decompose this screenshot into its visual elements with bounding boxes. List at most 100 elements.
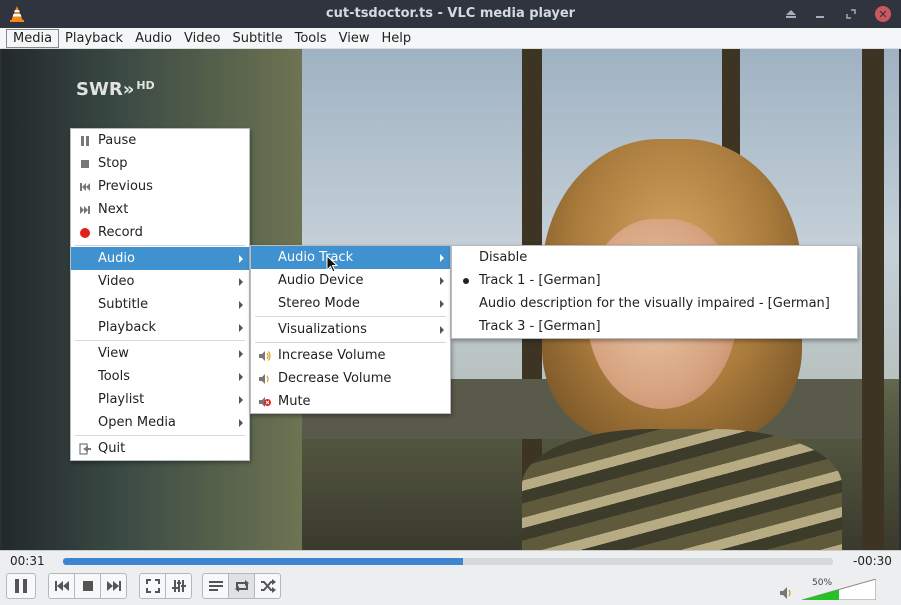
- menu-item-label: Audio Device: [278, 273, 364, 288]
- fullscreen-icon: [145, 579, 160, 593]
- submenu-arrow-icon: [239, 373, 243, 381]
- menu-item-label: Stereo Mode: [278, 296, 360, 311]
- extended-settings-button[interactable]: [165, 573, 192, 599]
- menu-audio[interactable]: Audio: [129, 28, 178, 49]
- minimize-icon: [816, 16, 824, 18]
- menu-item-track-audio-description[interactable]: Audio description for the visually impai…: [452, 292, 857, 315]
- menu-item-view[interactable]: View: [71, 342, 249, 365]
- stop-icon: [82, 581, 93, 591]
- menu-item-record[interactable]: Record: [71, 221, 249, 244]
- close-button[interactable]: ✕: [875, 6, 891, 22]
- menu-media[interactable]: Media: [6, 28, 60, 48]
- video-scene-pole: [862, 49, 884, 550]
- loop-button[interactable]: [228, 573, 255, 599]
- menu-item-audio-device[interactable]: Audio Device: [251, 269, 450, 292]
- menu-item-label: Stop: [98, 156, 128, 171]
- watermark-suffix: HD: [136, 79, 155, 92]
- stop-icon: [81, 160, 89, 168]
- menu-item-label: Quit: [98, 441, 126, 456]
- volume-speaker-icon[interactable]: [780, 587, 794, 599]
- window-title: cut-tsdoctor.ts - VLC media player: [325, 6, 576, 21]
- previous-icon: [80, 183, 90, 191]
- menu-item-audio[interactable]: Audio: [71, 247, 249, 270]
- watermark-arrows: »: [122, 79, 135, 100]
- loop-icon: [234, 580, 249, 592]
- menu-item-playlist[interactable]: Playlist: [71, 388, 249, 411]
- menu-help[interactable]: Help: [376, 28, 418, 49]
- play-pause-button[interactable]: [6, 573, 36, 599]
- next-icon: [106, 581, 121, 591]
- video-scene-shirt: [522, 429, 842, 550]
- menu-item-increase-volume[interactable]: Increase Volume: [251, 344, 450, 367]
- audio-track-submenu: Disable Track 1 - [German] Audio descrip…: [451, 245, 858, 339]
- menu-item-visualizations[interactable]: Visualizations: [251, 318, 450, 341]
- minimize-window-button[interactable]: [812, 6, 828, 22]
- menu-item-label: Open Media: [98, 415, 176, 430]
- watermark-text: SWR: [76, 79, 123, 100]
- controls-bar: 00:31 -00:30 50%: [0, 550, 901, 605]
- shuffle-button[interactable]: [254, 573, 281, 599]
- menu-item-stop[interactable]: Stop: [71, 152, 249, 175]
- seek-slider[interactable]: [63, 558, 833, 565]
- menu-item-label: Track 1 - [German]: [479, 273, 601, 288]
- fullscreen-button[interactable]: [139, 573, 166, 599]
- menu-item-label: Audio: [98, 251, 135, 266]
- submenu-arrow-icon: [239, 419, 243, 427]
- menu-item-label: Pause: [98, 133, 137, 148]
- menu-item-previous[interactable]: Previous: [71, 175, 249, 198]
- next-icon: [80, 206, 90, 214]
- submenu-arrow-icon: [440, 300, 444, 308]
- channel-watermark: SWR» HD: [76, 79, 155, 100]
- menu-item-label: Disable: [479, 250, 528, 265]
- menu-item-stereo-mode[interactable]: Stereo Mode: [251, 292, 450, 315]
- menu-item-label: Playback: [98, 320, 157, 335]
- menu-item-tools[interactable]: Tools: [71, 365, 249, 388]
- menu-item-decrease-volume[interactable]: Decrease Volume: [251, 367, 450, 390]
- menu-item-track-disable[interactable]: Disable: [452, 246, 857, 269]
- menu-item-label: Increase Volume: [278, 348, 386, 363]
- menu-item-open-media[interactable]: Open Media: [71, 411, 249, 434]
- menu-item-mute[interactable]: Mute: [251, 390, 450, 413]
- audio-submenu: Audio Track Audio Device Stereo Mode Vis…: [250, 245, 451, 414]
- context-menu: Pause Stop Previous Next Record Audio Vi…: [70, 128, 250, 461]
- record-icon: [80, 228, 90, 238]
- submenu-arrow-icon: [239, 396, 243, 404]
- menu-item-playback[interactable]: Playback: [71, 316, 249, 339]
- maximize-button[interactable]: [843, 6, 859, 22]
- submenu-arrow-icon: [239, 255, 243, 263]
- menu-item-pause[interactable]: Pause: [71, 129, 249, 152]
- menu-item-subtitle[interactable]: Subtitle: [71, 293, 249, 316]
- menu-item-audio-track[interactable]: Audio Track: [251, 246, 450, 269]
- menu-separator: [75, 435, 245, 436]
- playlist-button[interactable]: [202, 573, 229, 599]
- menu-item-label: Record: [98, 225, 143, 240]
- menu-tools[interactable]: Tools: [289, 28, 333, 49]
- previous-button[interactable]: [48, 573, 75, 599]
- menu-video[interactable]: Video: [178, 28, 226, 49]
- menu-separator: [75, 340, 245, 341]
- submenu-arrow-icon: [440, 254, 444, 262]
- quit-icon: [79, 443, 91, 455]
- menu-item-track-3[interactable]: Track 3 - [German]: [452, 315, 857, 338]
- eject-icon: [786, 10, 796, 18]
- menu-subtitle[interactable]: Subtitle: [226, 28, 288, 49]
- menu-item-label: Visualizations: [278, 322, 367, 337]
- menu-item-track-1[interactable]: Track 1 - [German]: [452, 269, 857, 292]
- minimize-button[interactable]: [783, 6, 799, 22]
- menu-item-label: Decrease Volume: [278, 371, 392, 386]
- menu-item-video[interactable]: Video: [71, 270, 249, 293]
- menu-playback[interactable]: Playback: [59, 28, 129, 49]
- menu-view[interactable]: View: [333, 28, 376, 49]
- volume-slider[interactable]: [802, 579, 876, 600]
- remaining-time: -00:30: [853, 554, 892, 568]
- menu-item-label: Track 3 - [German]: [479, 319, 601, 334]
- menu-item-quit[interactable]: Quit: [71, 437, 249, 460]
- playlist-icon: [208, 581, 223, 591]
- previous-icon: [54, 581, 69, 591]
- stop-button[interactable]: [74, 573, 101, 599]
- title-bar: cut-tsdoctor.ts - VLC media player ✕: [0, 0, 901, 28]
- menu-item-label: Subtitle: [98, 297, 149, 312]
- next-button[interactable]: [100, 573, 127, 599]
- submenu-arrow-icon: [440, 326, 444, 334]
- menu-item-next[interactable]: Next: [71, 198, 249, 221]
